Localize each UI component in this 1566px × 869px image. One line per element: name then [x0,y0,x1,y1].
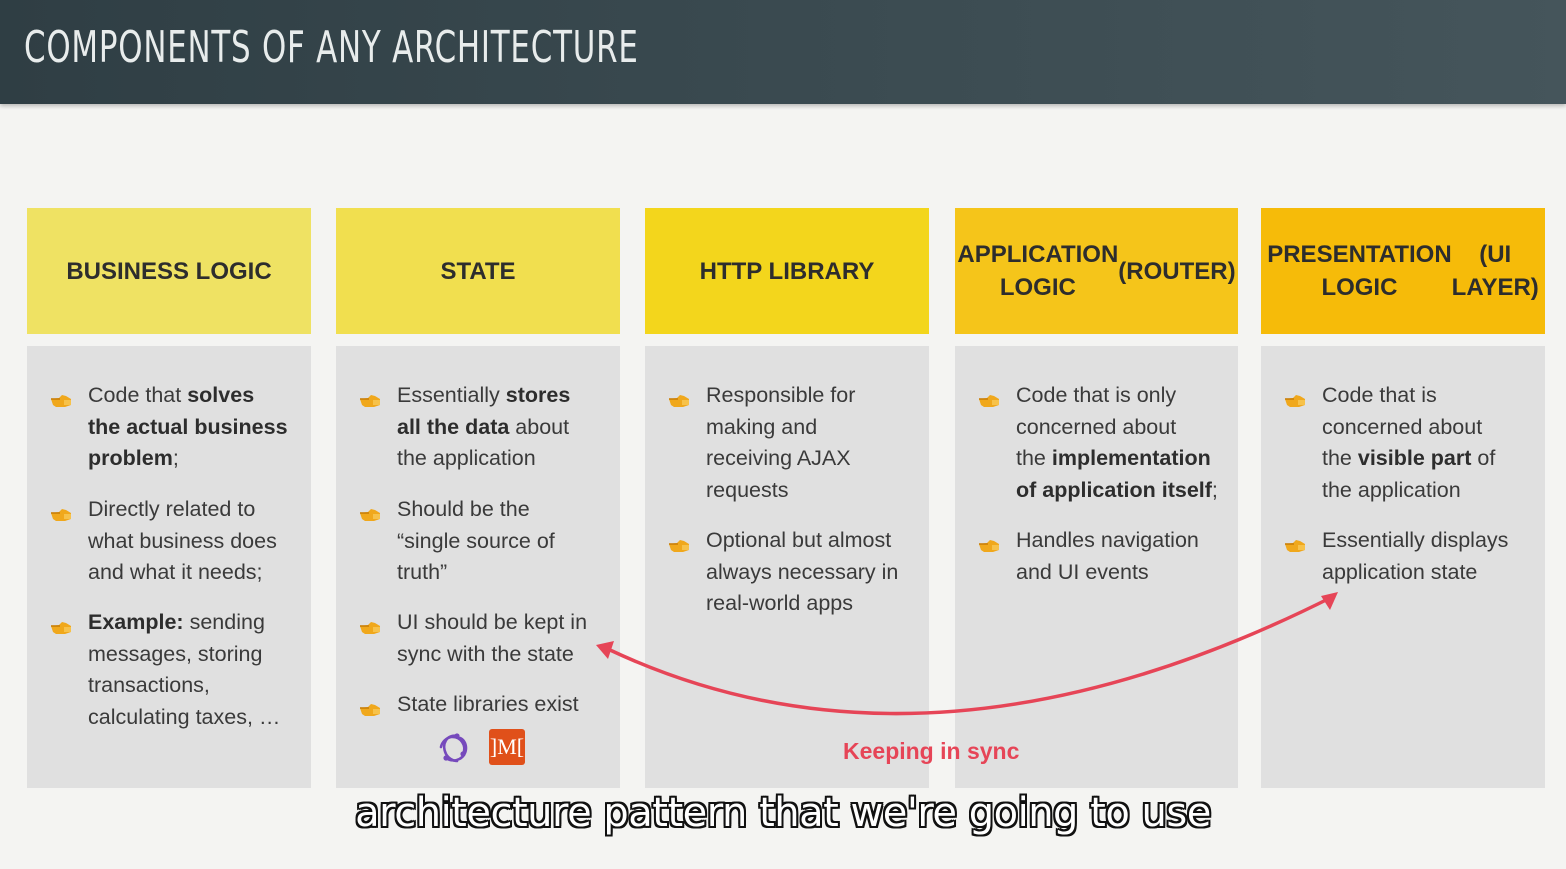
keeping-in-sync-label: Keeping in sync [843,738,1020,764]
keeping-in-sync-arrow [596,592,1338,716]
subtitle-caption: architecture pattern that we're going to… [355,790,1211,836]
